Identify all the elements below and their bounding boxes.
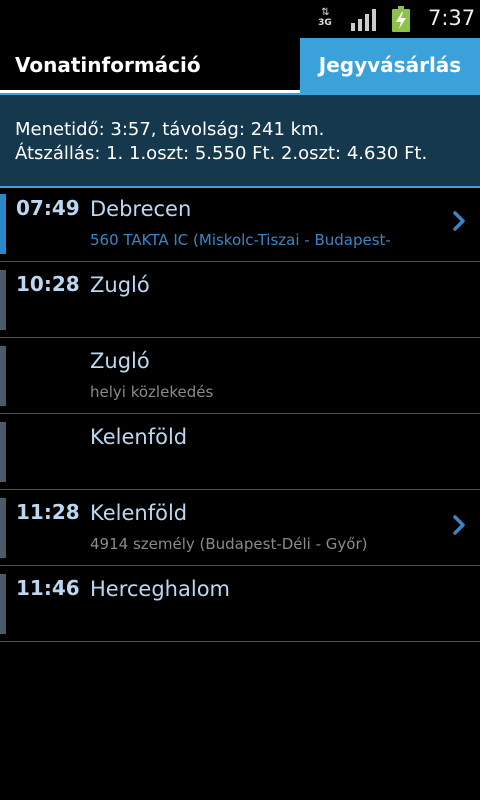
departure-time: 11:28 <box>16 500 80 524</box>
station-name: Zugló <box>90 273 150 297</box>
battery-charging-icon <box>392 6 410 32</box>
data-activity-icon: ⇅ 3G <box>316 8 334 32</box>
arrival-time: 11:46 <box>16 576 80 600</box>
tab-ticket-purchase-label: Jegyvásárlás <box>318 53 462 77</box>
row-indicator <box>0 422 6 482</box>
network-type-label: 3G <box>318 18 332 28</box>
row-indicator <box>0 574 6 634</box>
list-item[interactable]: Kelenföld <box>0 414 480 490</box>
clock: 7:37 <box>428 6 476 30</box>
list-item[interactable]: 11:28 Kelenföld 4914 személy (Budapest-D… <box>0 490 480 566</box>
station-name: Zugló <box>90 349 150 373</box>
train-name: 560 TAKTA IC (Miskolc-Tiszai - Budapest- <box>90 231 391 249</box>
row-indicator <box>0 194 6 254</box>
journey-summary: Menetidő: 3:57, távolság: 241 km. Átszál… <box>0 93 480 188</box>
train-name: 4914 személy (Budapest-Déli - Győr) <box>90 535 368 553</box>
list-item[interactable]: 11:46 Herceghalom <box>0 566 480 642</box>
row-indicator <box>0 346 6 406</box>
tab-bar: Vonatinformáció Jegyvásárlás <box>0 38 480 93</box>
status-bar: ⇅ 3G 7:37 <box>0 0 480 38</box>
transport-note: helyi közlekedés <box>90 383 214 401</box>
tab-ticket-purchase[interactable]: Jegyvásárlás <box>300 38 480 93</box>
station-name: Herceghalom <box>90 577 230 601</box>
signal-icon <box>351 9 376 31</box>
chevron-right-icon[interactable] <box>451 514 467 536</box>
departure-time: 07:49 <box>16 196 80 220</box>
tab-train-info[interactable]: Vonatinformáció <box>0 38 300 93</box>
station-name: Kelenföld <box>90 501 188 525</box>
list-item[interactable]: Zugló helyi közlekedés <box>0 338 480 414</box>
list-item[interactable]: 10:28 Zugló <box>0 262 480 338</box>
station-name: Kelenföld <box>90 425 188 449</box>
tab-train-info-label: Vonatinformáció <box>15 53 201 77</box>
row-indicator <box>0 270 6 330</box>
chevron-right-icon[interactable] <box>451 210 467 232</box>
transfer-prices: Átszállás: 1. 1.oszt: 5.550 Ft. 2.oszt: … <box>15 143 428 164</box>
list-item[interactable]: 07:49 Debrecen 560 TAKTA IC (Miskolc-Tis… <box>0 186 480 262</box>
travel-time-distance: Menetidő: 3:57, távolság: 241 km. <box>15 119 325 140</box>
itinerary-list: 07:49 Debrecen 560 TAKTA IC (Miskolc-Tis… <box>0 186 480 642</box>
station-name: Debrecen <box>90 197 192 221</box>
departure-time: 10:28 <box>16 272 80 296</box>
row-indicator <box>0 498 6 558</box>
